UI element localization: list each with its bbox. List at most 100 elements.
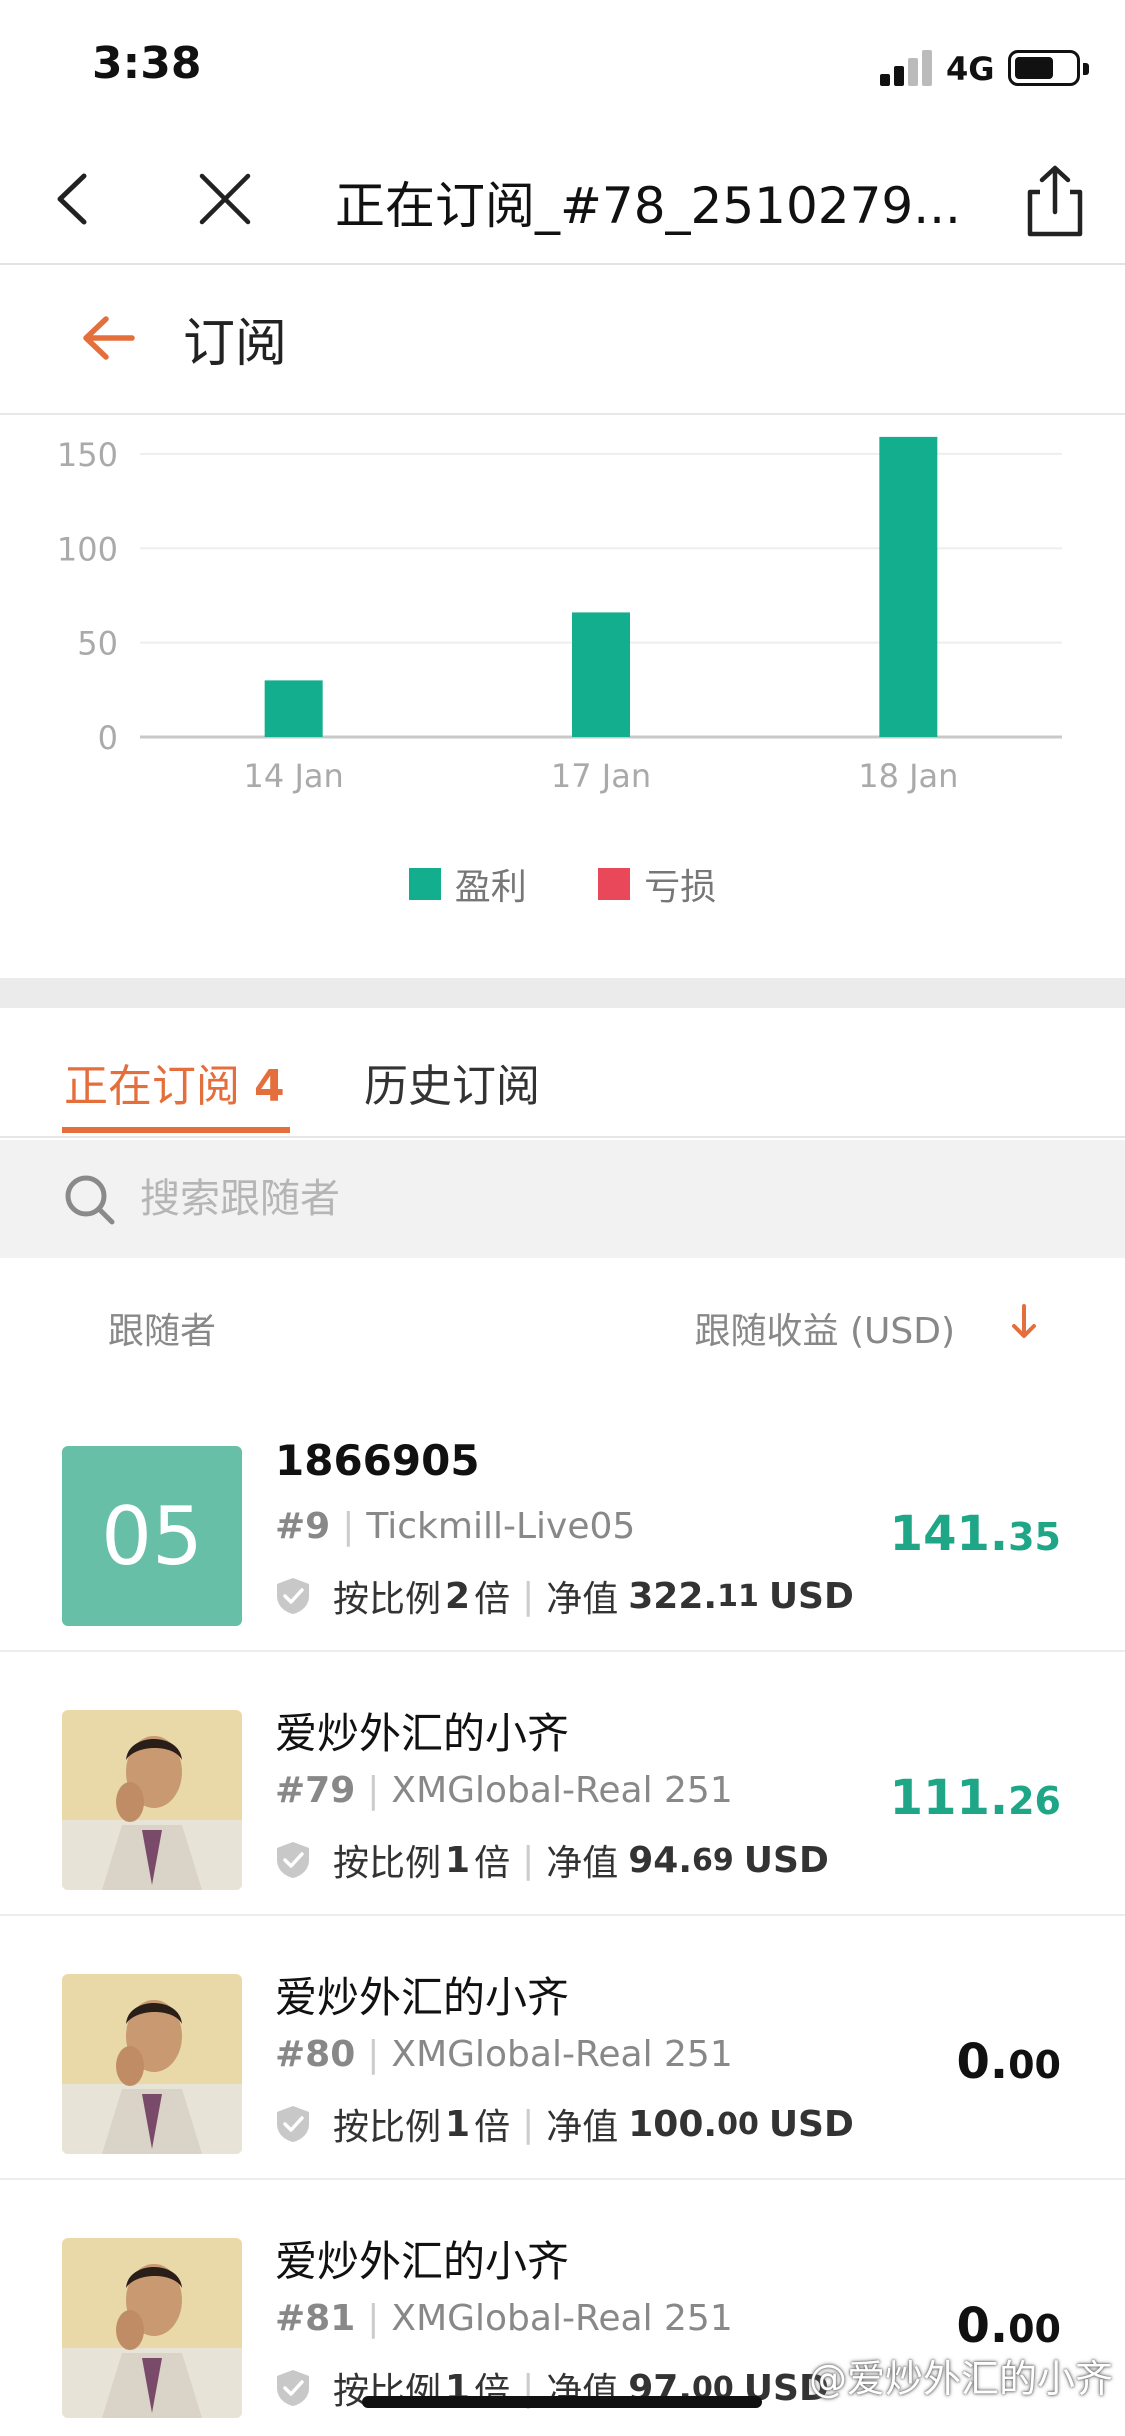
legend-item-profit[interactable]: 盈利 <box>408 858 527 910</box>
ratio-value: 2 <box>445 1575 471 1617</box>
broker-server: XMGlobal-Real 251 <box>391 1770 733 1811</box>
profit-dec: 00 <box>1008 2043 1061 2087</box>
follow-profit: 0.00 <box>956 2034 1061 2090</box>
profit-int: 0. <box>956 2034 1009 2090</box>
broker-server: Tickmill-Live05 <box>366 1506 636 1547</box>
profit-dec: 26 <box>1008 1779 1061 1823</box>
list-item[interactable]: 爱炒外汇的小齐 #80 | XMGlobal-Real 251 按比例 1 倍 | 净值 … <box>0 1916 1125 2180</box>
share-icon[interactable] <box>1020 162 1090 242</box>
profit-int: 111. <box>889 1770 1009 1826</box>
equity-label: 净值 <box>546 1579 619 1620</box>
section-divider <box>0 978 1125 1008</box>
watermark: @爱炒外汇的小齐 <box>808 2357 1113 2401</box>
follower-name: 爱炒外汇的小齐 <box>275 1973 570 2022</box>
ratio-label: 按比例 <box>333 1843 442 1884</box>
webview-toolbar: 正在订阅_#78_2510279... <box>0 140 1125 265</box>
tab-current-subscriptions[interactable]: 正在订阅 4 <box>64 1050 285 1114</box>
tab-current-label: 正在订阅 <box>64 1061 240 1112</box>
follow-profit: 141.35 <box>890 1506 1061 1562</box>
list-header: 跟随者 跟随收益 (USD) <box>0 1258 1125 1388</box>
y-tick-label: 0 <box>98 719 118 757</box>
equity-currency: USD <box>743 1839 829 1881</box>
signal-icon <box>880 50 936 86</box>
tab-current-count: 4 <box>254 1061 285 1112</box>
equity-label: 净值 <box>546 2107 619 2148</box>
shield-check-icon <box>277 1842 309 1878</box>
search-icon <box>65 1175 115 1225</box>
follow-profit: 111.26 <box>890 1770 1061 1826</box>
list-item[interactable]: 爱炒外汇的小齐 #79 | XMGlobal-Real 251 按比例 1 倍 | 净值 … <box>0 1652 1125 1916</box>
profit-int: 0. <box>956 2298 1009 2354</box>
page-title: 订阅 <box>183 314 288 374</box>
list-item[interactable]: 05 1866905 #9 | Tickmill-Live05 按比例 2 倍 | 净值 … <box>0 1388 1125 1652</box>
account-number: #79 <box>275 1770 356 1811</box>
tab-bar: 正在订阅 4 历史订阅 <box>0 1008 1125 1138</box>
account-info: #80 | XMGlobal-Real 251 <box>275 2034 733 2075</box>
column-profit[interactable]: 跟随收益 (USD) <box>695 1302 955 1354</box>
equity-dec: 11 <box>717 1578 759 1614</box>
back-arrow-icon[interactable] <box>78 307 140 369</box>
app-header: 订阅 <box>0 267 1125 415</box>
profit-dec: 00 <box>1008 2307 1061 2351</box>
shield-check-icon <box>277 2370 309 2406</box>
profit-int: 141. <box>889 1506 1009 1562</box>
follower-name: 爱炒外汇的小齐 <box>275 2237 570 2286</box>
y-tick-label: 100 <box>57 530 118 568</box>
active-tab-indicator <box>62 1127 290 1133</box>
search-bar <box>0 1140 1125 1258</box>
follower-name: 爱炒外汇的小齐 <box>275 1709 570 1758</box>
ratio-label: 按比例 <box>333 2107 442 2148</box>
legend-swatch-profit <box>408 868 441 900</box>
ratio-label: 按比例 <box>333 1579 442 1620</box>
equity-int: 322. <box>628 1575 718 1617</box>
follow-profit: 0.00 <box>956 2298 1061 2354</box>
bar-profit <box>572 612 630 737</box>
bar-profit <box>879 436 938 737</box>
equity-int: 100. <box>628 2103 718 2145</box>
ratio-suffix: 倍 <box>474 1579 511 1620</box>
home-indicator <box>362 2396 762 2408</box>
legend-label-profit: 盈利 <box>454 867 527 908</box>
network-type: 4G <box>946 50 995 88</box>
legend-item-loss[interactable]: 亏损 <box>598 858 716 910</box>
avatar <box>62 1710 242 1890</box>
equity-dec: 69 <box>692 1842 734 1878</box>
tab-history-subscriptions[interactable]: 历史订阅 <box>364 1050 540 1114</box>
y-tick-label: 50 <box>77 625 118 663</box>
ratio-suffix: 倍 <box>474 2107 511 2148</box>
follow-settings: 按比例 1 倍 | 净值 100. 00 USD <box>275 2098 854 2150</box>
avatar: 05 <box>62 1446 242 1626</box>
account-info: #81 | XMGlobal-Real 251 <box>275 2298 733 2339</box>
bar-profit <box>264 680 323 737</box>
follower-name: 1866905 <box>275 1436 480 1485</box>
column-follower: 跟随者 <box>108 1311 217 1352</box>
account-number: #81 <box>275 2298 356 2339</box>
status-bar: 3:38 4G <box>0 0 1125 140</box>
back-chevron-icon[interactable] <box>40 164 110 234</box>
profit-dec: 35 <box>1008 1515 1061 1559</box>
y-tick-label: 150 <box>57 436 118 474</box>
equity-currency: USD <box>768 2103 854 2145</box>
account-number: #9 <box>275 1506 331 1547</box>
follow-settings: 按比例 1 倍 | 净值 94. 69 USD <box>275 1834 829 1886</box>
ratio-value: 1 <box>445 1839 471 1881</box>
ratio-suffix: 倍 <box>474 1843 511 1884</box>
follow-settings: 按比例 2 倍 | 净值 322. 11 USD <box>275 1570 854 1622</box>
close-icon[interactable] <box>190 164 260 234</box>
x-tick-label: 14 Jan <box>244 757 344 795</box>
account-info: #9 | Tickmill-Live05 <box>275 1506 636 1547</box>
x-tick-label: 17 Jan <box>551 757 651 795</box>
account-number: #80 <box>275 2034 356 2075</box>
broker-server: XMGlobal-Real 251 <box>391 2298 733 2339</box>
avatar <box>62 2238 242 2418</box>
equity-int: 94. <box>628 1839 693 1881</box>
status-time: 3:38 <box>92 38 202 89</box>
shield-check-icon <box>277 2106 309 2142</box>
x-tick-label: 18 Jan <box>858 757 958 795</box>
search-input[interactable] <box>140 1164 1040 1234</box>
equity-dec: 00 <box>717 2106 759 2142</box>
equity-label: 净值 <box>546 1843 619 1884</box>
sort-down-arrow-icon[interactable] <box>1006 1302 1042 1342</box>
shield-check-icon <box>277 1578 309 1614</box>
battery-icon <box>1008 50 1089 86</box>
